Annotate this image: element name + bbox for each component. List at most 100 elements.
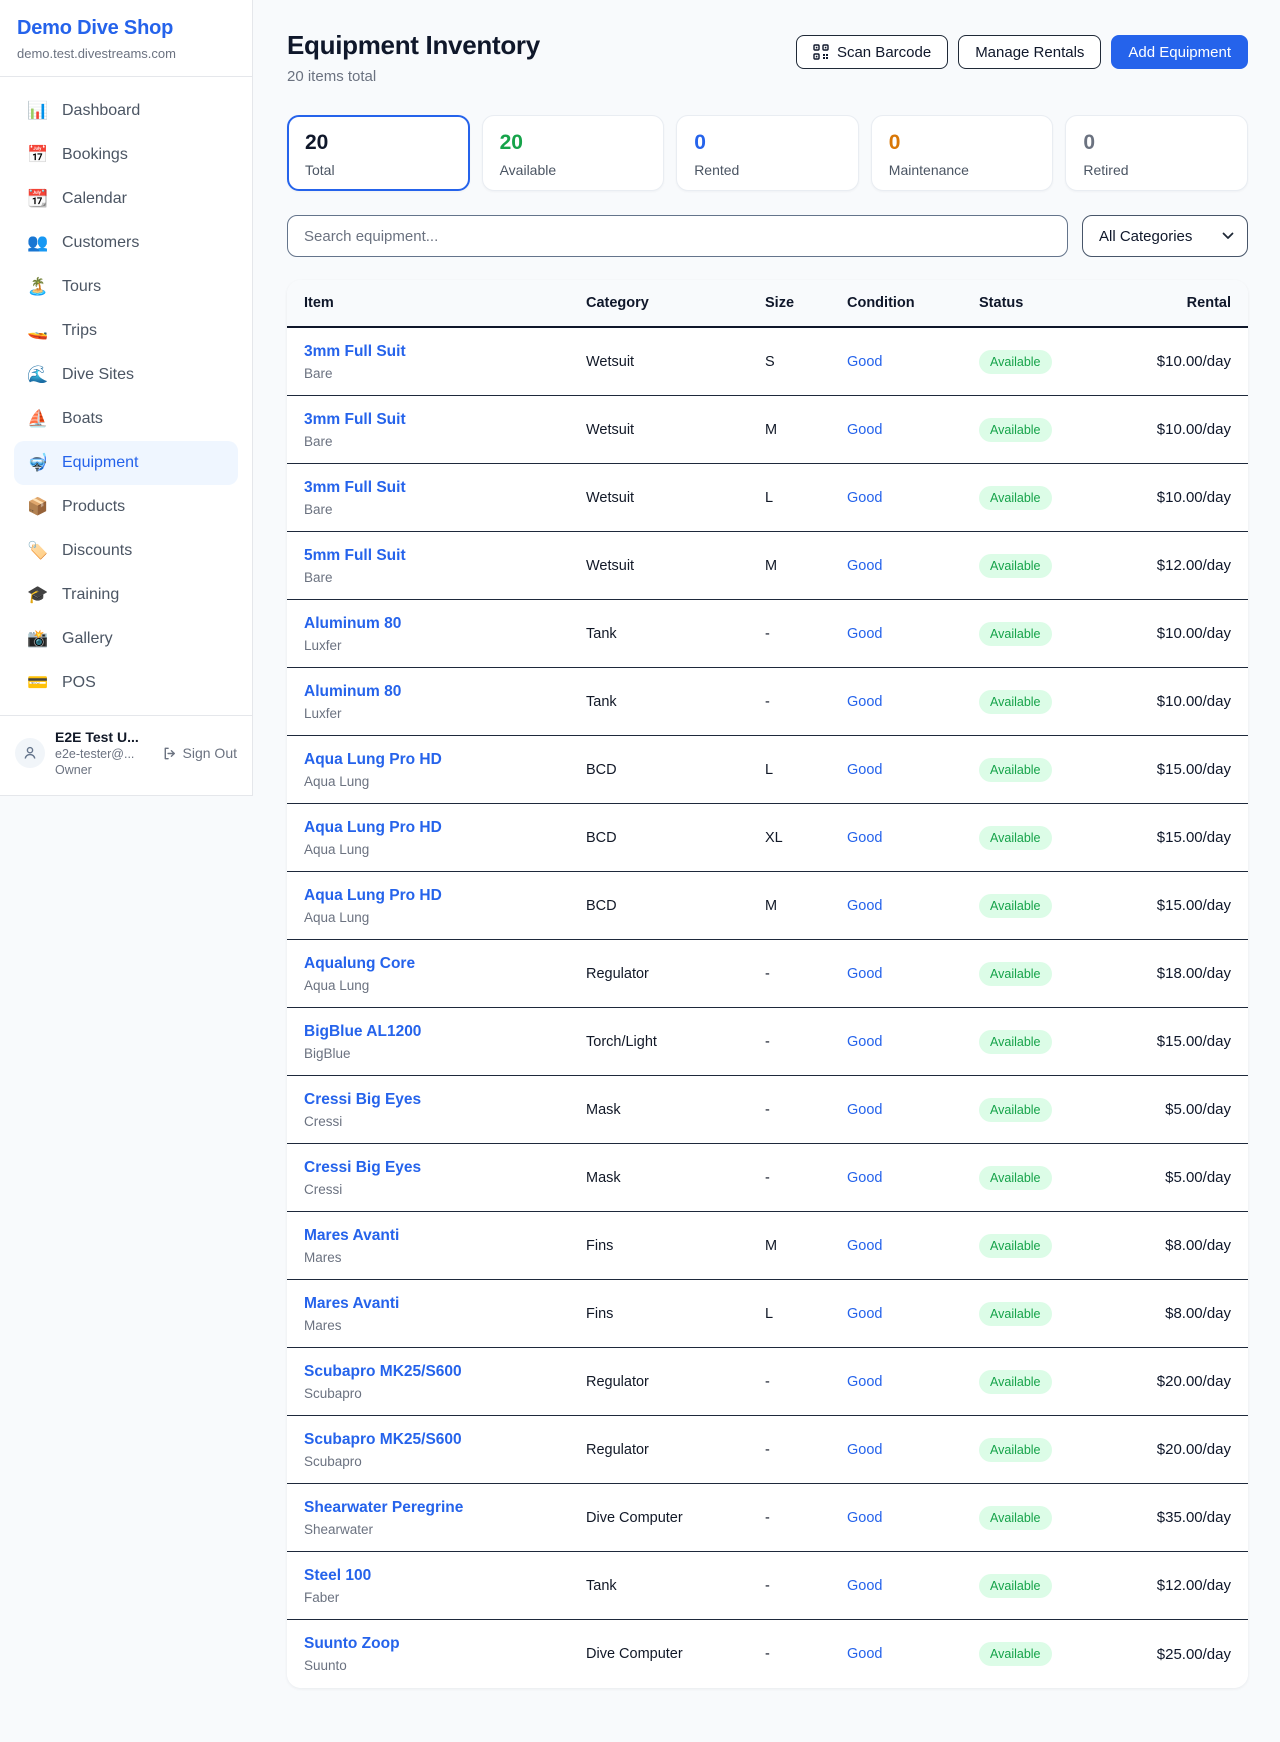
scan-barcode-button[interactable]: Scan Barcode: [796, 35, 948, 69]
table-row: Cressi Big Eyes Cressi Mask - Good Avail…: [287, 1076, 1248, 1144]
item-category: Tank: [586, 1578, 765, 1594]
stat-card-available[interactable]: 20 Available: [482, 115, 665, 191]
item-name-link[interactable]: Shearwater Peregrine: [304, 1499, 463, 1517]
condition-link[interactable]: Good: [847, 1102, 882, 1118]
item-category: Mask: [586, 1170, 765, 1186]
status-badge: Available: [979, 962, 1052, 986]
status-badge: Available: [979, 486, 1052, 510]
sidebar-item-training[interactable]: 🎓 Training: [14, 573, 238, 617]
item-name-link[interactable]: BigBlue AL1200: [304, 1023, 421, 1041]
people-icon: 👥: [27, 233, 47, 253]
item-name-link[interactable]: 3mm Full Suit: [304, 411, 406, 429]
condition-link[interactable]: Good: [847, 694, 882, 710]
item-size: XL: [765, 830, 847, 846]
condition-link[interactable]: Good: [847, 898, 882, 914]
item-name-link[interactable]: 5mm Full Suit: [304, 547, 406, 565]
condition-link[interactable]: Good: [847, 626, 882, 642]
stat-label: Maintenance: [889, 162, 1036, 178]
sidebar-item-calendar[interactable]: 📆 Calendar: [14, 177, 238, 221]
sidebar-item-equipment[interactable]: 🤿 Equipment: [14, 441, 238, 485]
brand-domain: demo.test.divestreams.com: [17, 46, 235, 61]
item-name-link[interactable]: Mares Avanti: [304, 1227, 399, 1245]
sidebar-item-discounts[interactable]: 🏷️ Discounts: [14, 529, 238, 573]
stat-card-retired[interactable]: 0 Retired: [1065, 115, 1248, 191]
item-category: Torch/Light: [586, 1034, 765, 1050]
item-cell: Suunto Zoop Suunto: [304, 1635, 586, 1673]
table-body: 3mm Full Suit Bare Wetsuit S Good Availa…: [287, 328, 1248, 1688]
sidebar-item-bookings[interactable]: 📅 Bookings: [14, 133, 238, 177]
sidebar-item-dashboard[interactable]: 📊 Dashboard: [14, 89, 238, 133]
item-brand: Shearwater: [304, 1522, 586, 1537]
condition-link[interactable]: Good: [847, 762, 882, 778]
item-rental: $10.00/day: [1104, 489, 1231, 506]
item-name-link[interactable]: Cressi Big Eyes: [304, 1091, 421, 1109]
item-name-link[interactable]: Suunto Zoop: [304, 1635, 400, 1653]
sidebar-item-customers[interactable]: 👥 Customers: [14, 221, 238, 265]
category-selected-value: All Categories: [1099, 228, 1192, 245]
item-name-link[interactable]: Cressi Big Eyes: [304, 1159, 421, 1177]
status-badge: Available: [979, 350, 1052, 374]
sidebar-item-trips[interactable]: 🚤 Trips: [14, 309, 238, 353]
condition-link[interactable]: Good: [847, 1238, 882, 1254]
condition-link[interactable]: Good: [847, 558, 882, 574]
brand-name: Demo Dive Shop: [17, 17, 235, 40]
item-name-link[interactable]: Aluminum 80: [304, 615, 401, 633]
condition-link[interactable]: Good: [847, 966, 882, 982]
stat-card-rented[interactable]: 0 Rented: [676, 115, 859, 191]
item-rental: $12.00/day: [1104, 557, 1231, 574]
condition-link[interactable]: Good: [847, 830, 882, 846]
condition-link[interactable]: Good: [847, 1578, 882, 1594]
table-row: Aqualung Core Aqua Lung Regulator - Good…: [287, 940, 1248, 1008]
stat-card-total[interactable]: 20 Total: [287, 115, 470, 191]
item-brand: Bare: [304, 434, 586, 449]
item-brand: Mares: [304, 1250, 586, 1265]
sidebar-item-pos[interactable]: 💳 POS: [14, 661, 238, 705]
table-row: Scubapro MK25/S600 Scubapro Regulator - …: [287, 1348, 1248, 1416]
item-name-link[interactable]: Steel 100: [304, 1567, 371, 1585]
condition-link[interactable]: Good: [847, 422, 882, 438]
item-size: -: [765, 1646, 847, 1662]
sidebar-item-tours[interactable]: 🏝️ Tours: [14, 265, 238, 309]
item-name-link[interactable]: Aluminum 80: [304, 683, 401, 701]
condition-link[interactable]: Good: [847, 1374, 882, 1390]
sign-out-button[interactable]: Sign Out: [162, 745, 237, 761]
sidebar-item-dive-sites[interactable]: 🌊 Dive Sites: [14, 353, 238, 397]
status-badge: Available: [979, 622, 1052, 646]
condition-link[interactable]: Good: [847, 1646, 882, 1662]
item-name-link[interactable]: Scubapro MK25/S600: [304, 1431, 462, 1449]
condition-link[interactable]: Good: [847, 354, 882, 370]
condition-link[interactable]: Good: [847, 1034, 882, 1050]
sidebar-item-gallery[interactable]: 📸 Gallery: [14, 617, 238, 661]
item-name-link[interactable]: Aqua Lung Pro HD: [304, 819, 442, 837]
sidebar-item-products[interactable]: 📦 Products: [14, 485, 238, 529]
table-row: Shearwater Peregrine Shearwater Dive Com…: [287, 1484, 1248, 1552]
item-name-link[interactable]: Mares Avanti: [304, 1295, 399, 1313]
column-header-condition: Condition: [847, 295, 979, 311]
condition-link[interactable]: Good: [847, 1170, 882, 1186]
condition-link[interactable]: Good: [847, 1306, 882, 1322]
add-equipment-button[interactable]: Add Equipment: [1111, 35, 1248, 69]
item-name-link[interactable]: Aqua Lung Pro HD: [304, 751, 442, 769]
speedboat-icon: 🚤: [27, 321, 47, 341]
status-badge: Available: [979, 1574, 1052, 1598]
item-name-link[interactable]: Aqualung Core: [304, 955, 415, 973]
condition-link[interactable]: Good: [847, 1510, 882, 1526]
stat-card-maintenance[interactable]: 0 Maintenance: [871, 115, 1054, 191]
page-header: Equipment Inventory 20 items total: [287, 30, 1248, 85]
item-brand: Cressi: [304, 1114, 586, 1129]
item-size: -: [765, 1374, 847, 1390]
item-rental: $15.00/day: [1104, 1033, 1231, 1050]
condition-link[interactable]: Good: [847, 490, 882, 506]
item-name-link[interactable]: 3mm Full Suit: [304, 479, 406, 497]
item-cell: Mares Avanti Mares: [304, 1227, 586, 1265]
search-input[interactable]: [287, 215, 1068, 257]
item-name-link[interactable]: 3mm Full Suit: [304, 343, 406, 361]
item-brand: Luxfer: [304, 706, 586, 721]
tear-off-calendar-icon: 📆: [27, 189, 47, 209]
sidebar-item-boats[interactable]: ⛵ Boats: [14, 397, 238, 441]
condition-link[interactable]: Good: [847, 1442, 882, 1458]
item-name-link[interactable]: Scubapro MK25/S600: [304, 1363, 462, 1381]
category-select[interactable]: All Categories: [1082, 215, 1248, 257]
manage-rentals-button[interactable]: Manage Rentals: [958, 35, 1101, 69]
item-name-link[interactable]: Aqua Lung Pro HD: [304, 887, 442, 905]
